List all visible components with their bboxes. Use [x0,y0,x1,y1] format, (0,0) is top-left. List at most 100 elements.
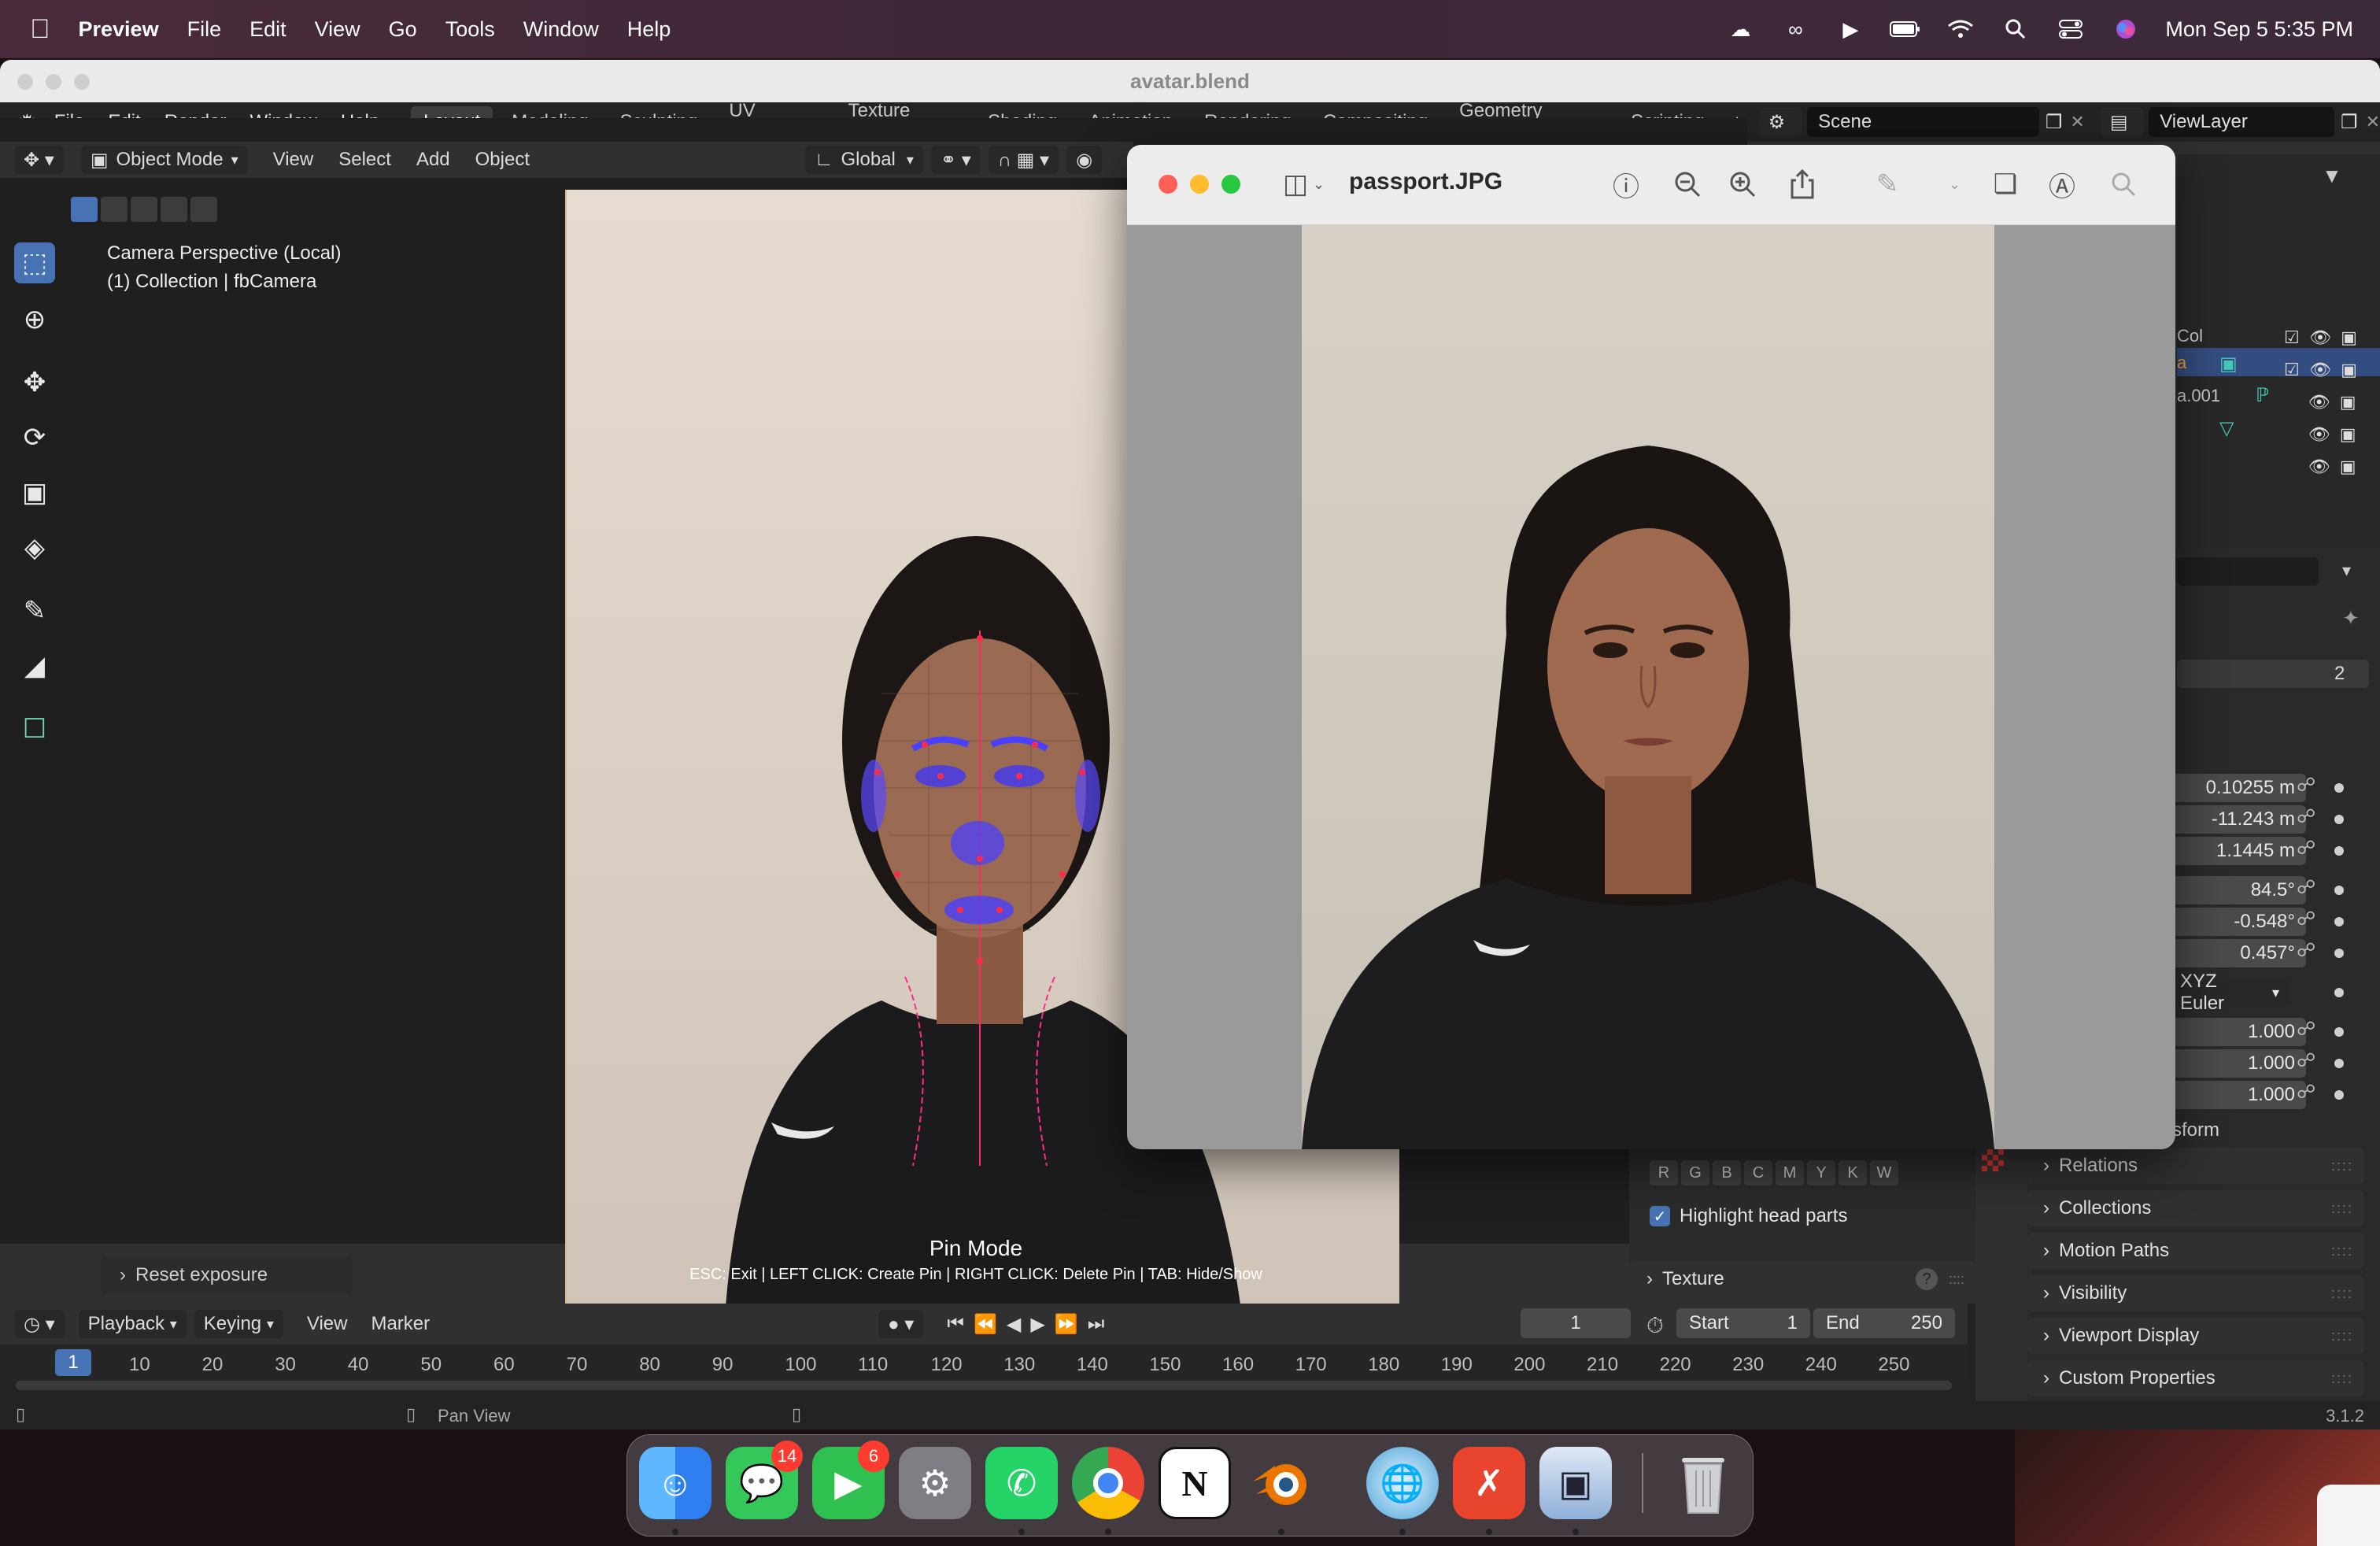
channel-y-button[interactable]: Y [1807,1160,1835,1185]
viewlayer-name-field[interactable]: ViewLayer [2149,107,2335,137]
dock-whatsapp-icon[interactable]: ✆ [985,1447,1058,1519]
share-icon[interactable] [1785,167,1820,202]
preview-zoom-button[interactable] [1221,175,1240,194]
keyframe-dot-icon[interactable] [2334,988,2344,997]
scale-tool-icon[interactable]: ▣ [14,472,55,513]
camera-icon[interactable]: ▣ [2341,327,2357,347]
location-y-field[interactable]: -11.243 m [2172,805,2306,834]
window-minimize-button[interactable] [46,74,61,90]
outliner-filter-icon[interactable]: ▼ [2322,164,2342,188]
relations-panel-header[interactable]: › Relations:::: [2027,1148,2364,1184]
rotate-icon[interactable]: ❏ [1988,167,2023,202]
end-frame-field[interactable]: End 250 [1813,1308,1955,1338]
keyframe-dot-icon[interactable] [2334,949,2344,958]
window-close-button[interactable] [17,74,33,90]
timeline-current-frame[interactable]: 1 [55,1349,91,1376]
object-mode-dropdown[interactable]: ▣ Object Mode ▾ [80,146,248,174]
motion-paths-panel-header[interactable]: › Motion Paths:::: [2027,1233,2364,1269]
menu-help[interactable]: Help [627,17,671,42]
rotate-tool-icon[interactable]: ⟳ [14,417,55,458]
eye-icon[interactable]: 👁 [2308,457,2330,476]
transform-orientation-dropdown[interactable]: ∟ Global ▾ [805,146,923,174]
lock-icon[interactable]: ☍ [2297,837,2325,865]
chevron-down-icon[interactable]: ⌄ [1949,176,1961,193]
delete-scene-icon[interactable]: ✕ [2070,112,2084,132]
spotlight-search-icon[interactable] [2000,17,2031,41]
measure-tool-icon[interactable]: ◢ [14,645,55,686]
creative-cloud-icon[interactable]: ☁ [1724,17,1756,41]
channel-c-button[interactable]: C [1744,1160,1772,1185]
dock-chrome-icon[interactable] [1072,1447,1144,1519]
timeline-editor-type-icon[interactable]: ◷ ▾ [14,1310,65,1338]
checkbox-icon[interactable]: ☑ [2284,360,2300,379]
outliner-row-col-label[interactable]: Col [2177,326,2203,346]
lock-icon[interactable]: ☍ [2297,774,2325,802]
new-scene-icon[interactable]: ❐ [2046,111,2063,134]
chevron-down-icon[interactable]: ⌄ [1313,176,1325,193]
jump-next-keyframe-icon[interactable]: ⏩ [1055,1313,1078,1336]
select-subtract-icon[interactable] [131,197,157,222]
preview-minimize-button[interactable] [1190,175,1209,194]
markup-icon[interactable]: Ⓐ [2045,167,2079,202]
lock-icon[interactable]: ☍ [2297,1018,2325,1046]
jump-prev-keyframe-icon[interactable]: ⏪ [974,1313,997,1336]
select-box-tool-icon[interactable]: ⬚ [14,242,55,283]
control-center-icon[interactable] [2055,17,2086,41]
stopwatch-icon[interactable]: ⏱ [1646,1313,1664,1339]
info-icon[interactable]: ⓘ [1609,167,1643,202]
dock-finder-icon[interactable]: ☺ [639,1447,711,1519]
snap-icon[interactable]: ∩ ▦ ▾ [988,146,1059,174]
delta-transform-label[interactable]: sform [2172,1119,2219,1141]
channel-w-button[interactable]: W [1870,1160,1898,1185]
dock-trash-icon[interactable] [1667,1447,1739,1519]
collections-panel-header[interactable]: › Collections:::: [2027,1190,2364,1226]
delete-viewlayer-icon[interactable]: ✕ [2366,112,2380,132]
battery-icon[interactable] [1890,17,1921,41]
window-zoom-button[interactable] [74,74,90,90]
channel-m-button[interactable]: M [1776,1160,1804,1185]
pivot-point-icon[interactable]: ⚭ ▾ [930,146,981,174]
sidebar-toggle-icon[interactable]: ◫ [1278,167,1313,202]
editor-type-icon[interactable]: ✥ ▾ [14,146,64,174]
move-tool-icon[interactable]: ✥ [14,362,55,403]
wifi-icon[interactable] [1945,17,1976,41]
viewport-menu-add[interactable]: Add [416,149,450,171]
reset-exposure-panel[interactable]: › Reset exposure [101,1256,353,1294]
apple-menu-icon[interactable]:  [30,14,50,45]
keyframe-dot-icon[interactable] [2334,815,2344,824]
timeline-menu-view[interactable]: View [307,1313,348,1335]
scene-name-field[interactable]: Scene [1807,107,2039,137]
adobe-cc-icon[interactable]: ∞ [1779,17,1811,41]
camera-icon[interactable]: ▣ [2340,457,2356,476]
scale-y-field[interactable]: 1.000 [2172,1049,2306,1078]
eye-icon[interactable]: 👁 [2309,360,2331,379]
custom-properties-panel-header[interactable]: › Custom Properties:::: [2027,1360,2364,1396]
channel-g-button[interactable]: G [1681,1160,1709,1185]
lock-icon[interactable]: ☍ [2297,805,2325,834]
lock-icon[interactable]: ☍ [2297,939,2325,967]
play-icon[interactable]: ▶ [1835,17,1866,41]
scale-x-field[interactable]: 1.000 [2172,1018,2306,1046]
keyframe-dot-icon[interactable] [2334,1059,2344,1068]
start-frame-field[interactable]: Start 1 [1676,1308,1810,1338]
current-frame-field[interactable]: 1 [1521,1308,1631,1338]
preview-close-button[interactable] [1159,175,1177,194]
pin-icon[interactable]: ✦ [2342,606,2360,631]
location-z-field[interactable]: 1.1445 m [2172,837,2306,865]
camera-icon[interactable]: ▣ [2340,392,2356,412]
select-new-icon[interactable] [71,197,98,222]
desktop-widget[interactable] [2317,1485,2380,1546]
camera-icon[interactable]: ▣ [2341,360,2357,379]
keyframe-dot-icon[interactable] [2334,1027,2344,1037]
menu-file[interactable]: File [187,17,222,42]
keyframe-dot-icon[interactable] [2334,1090,2344,1100]
markup-pen-icon[interactable]: ✎ [1870,167,1905,202]
panel-grip-icon[interactable]: :::: [1949,1271,1964,1288]
viewport-menu-select[interactable]: Select [338,149,391,171]
eye-icon[interactable]: 👁 [2309,327,2331,347]
keying-dropdown[interactable]: Keying ▾ [194,1310,283,1338]
dock-blender-icon[interactable] [1245,1447,1318,1519]
dock-preview-icon[interactable]: ▣ [1539,1447,1612,1519]
checker-texture-icon[interactable] [1982,1149,2004,1171]
select-intersect-icon[interactable] [190,197,217,222]
